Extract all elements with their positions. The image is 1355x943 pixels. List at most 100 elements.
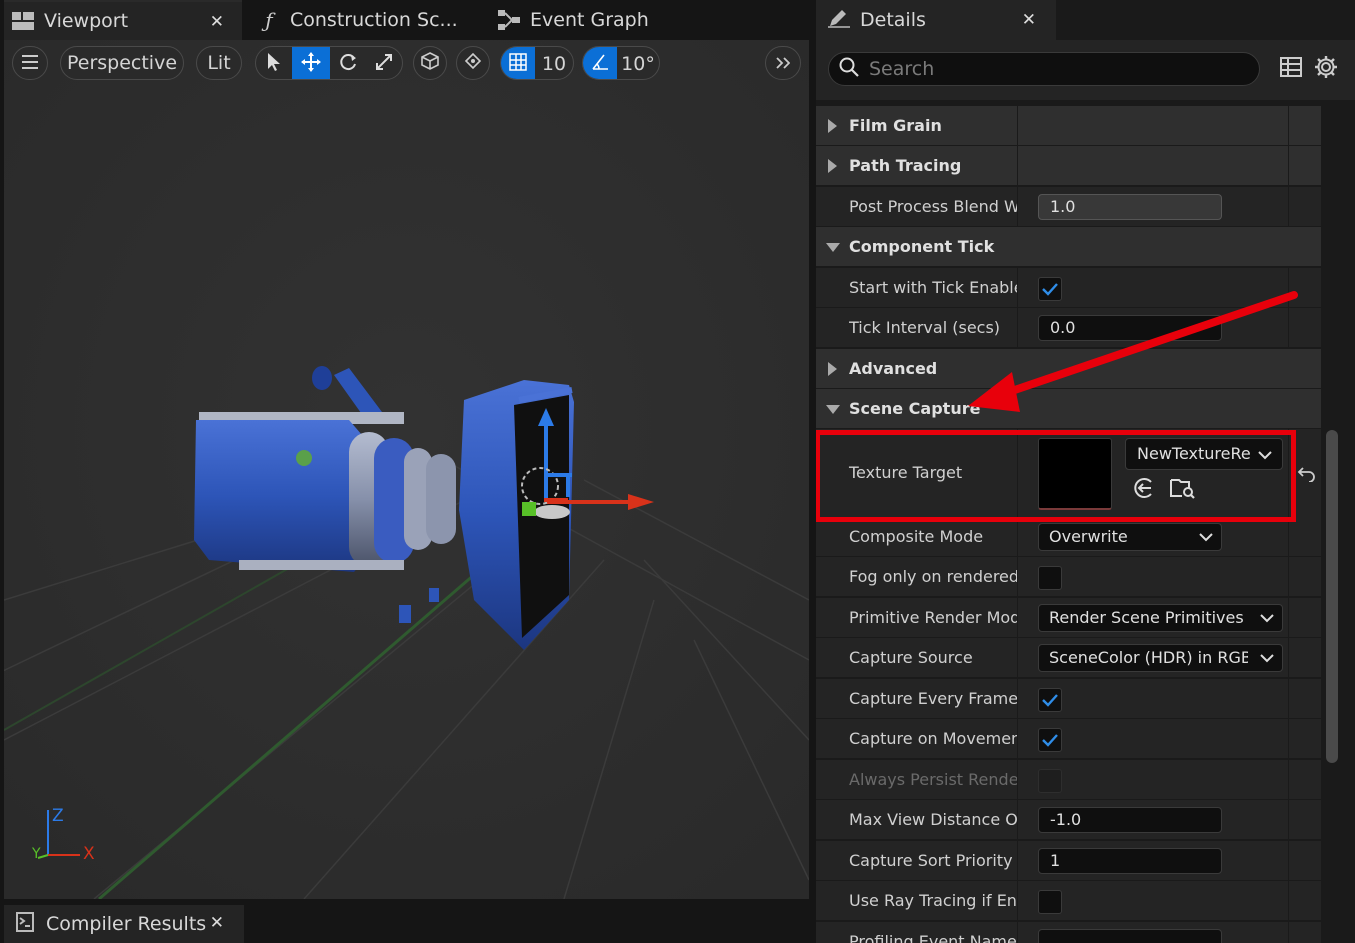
select-tool-button[interactable]: [256, 47, 292, 79]
translate-tool-button[interactable]: [292, 47, 330, 79]
scale-tool-button[interactable]: [366, 47, 402, 79]
property-label: Composite Mode: [849, 527, 984, 546]
hamburger-icon: [22, 52, 38, 74]
graph-icon: [498, 9, 520, 31]
table-icon: [1280, 57, 1302, 81]
rotate-tool-button[interactable]: [330, 47, 366, 79]
check-icon: [1042, 694, 1058, 707]
close-icon[interactable]: ✕: [210, 12, 224, 32]
rotate-icon: [338, 52, 358, 76]
use-selected-asset-button[interactable]: [1131, 477, 1157, 503]
tab-event-graph[interactable]: Event Graph: [498, 0, 698, 40]
folder-search-icon: [1170, 476, 1196, 504]
property-label: Component Tick: [849, 237, 995, 256]
browse-asset-button[interactable]: [1170, 477, 1196, 503]
fog-only-checkbox[interactable]: [1038, 566, 1062, 590]
property-texture-target: Texture Target NewTextureRe: [816, 429, 1321, 517]
property-label: Capture on Movement: [849, 729, 1017, 748]
scrollbar-thumb[interactable]: [1326, 430, 1338, 763]
capture-on-movement-checkbox[interactable]: [1038, 728, 1062, 752]
tab-label: Event Graph: [530, 9, 649, 31]
category-advanced[interactable]: Advanced: [816, 349, 1321, 389]
property-primitive-render-mode: Primitive Render Mode Render Scene Primi…: [816, 598, 1321, 638]
category-component-tick[interactable]: Component Tick: [816, 227, 1321, 267]
view-mode-button[interactable]: Lit: [196, 46, 242, 80]
gear-icon: [1314, 55, 1338, 83]
category-scene-capture[interactable]: Scene Capture: [816, 389, 1321, 429]
undo-arrow-icon: [1297, 466, 1317, 486]
texture-thumbnail[interactable]: [1038, 438, 1112, 510]
reset-to-default-button[interactable]: [1294, 463, 1320, 489]
transform-tools-group: [255, 46, 403, 80]
angle-icon: [591, 53, 609, 75]
arrow-left-circle-icon: [1132, 476, 1156, 504]
capture-source-dropdown[interactable]: SceneColor (HDR) in RGB, In: [1038, 644, 1283, 672]
property-label: Texture Target: [849, 463, 963, 482]
tab-compiler-results[interactable]: Compiler Results ✕: [4, 905, 244, 943]
property-label: Profiling Event Name: [849, 932, 1017, 943]
snap-surface-icon: [463, 51, 483, 76]
property-use-ray-tracing: Use Ray Tracing if En...: [816, 881, 1321, 921]
blend-weight-input[interactable]: 1.0: [1038, 194, 1222, 220]
property-capture-on-movement: Capture on Movement: [816, 719, 1321, 759]
angle-snap-value[interactable]: 10°: [617, 47, 659, 79]
search-icon: [839, 57, 859, 81]
property-label: Post Process Blend W...: [849, 197, 1017, 216]
property-label: Tick Interval (secs): [849, 318, 1001, 337]
always-persist-checkbox: [1038, 769, 1062, 793]
tick-interval-input[interactable]: 0.0: [1038, 315, 1222, 341]
perspective-button[interactable]: Perspective: [60, 46, 184, 80]
property-profiling-event-name: Profiling Event Name: [816, 922, 1321, 943]
axis-label-x: X: [83, 844, 95, 864]
tab-viewport[interactable]: Viewport ✕: [4, 0, 242, 40]
expand-arrow-icon: [828, 159, 837, 173]
texture-asset-picker[interactable]: NewTextureRe: [1125, 438, 1283, 470]
property-start-with-tick-enabled: Start with Tick Enabled: [816, 268, 1321, 308]
tab-label: Compiler Results: [46, 913, 207, 935]
chevron-down-icon: [1260, 654, 1274, 663]
viewport-icon: [12, 10, 34, 32]
use-ray-tracing-checkbox[interactable]: [1038, 890, 1062, 914]
category-path-tracing[interactable]: Path Tracing: [816, 146, 1321, 186]
viewport[interactable]: Z X Y Perspective Lit 10 10°: [4, 40, 809, 899]
editor-tab-bar: Viewport ✕ ƒ Construction Sc... Event Gr…: [0, 0, 812, 40]
viewport-scene[interactable]: [4, 40, 809, 899]
category-film-grain[interactable]: Film Grain: [816, 106, 1321, 146]
app-window: Viewport ✕ ƒ Construction Sc... Event Gr…: [0, 0, 1355, 943]
check-icon: [1042, 734, 1058, 747]
details-header: [816, 40, 1355, 100]
start-tick-checkbox[interactable]: [1038, 277, 1062, 301]
property-label: Capture Every Frame: [849, 689, 1017, 708]
surface-snapping-button[interactable]: [456, 46, 490, 80]
property-capture-sort-priority: Capture Sort Priority 1: [816, 841, 1321, 881]
settings-button[interactable]: [1313, 56, 1339, 82]
double-chevron-right-icon: [776, 52, 791, 74]
tab-label: Construction Sc...: [290, 9, 458, 31]
close-icon[interactable]: ✕: [1022, 10, 1036, 30]
toolbar-overflow-button[interactable]: [765, 46, 801, 80]
scale-icon: [375, 53, 393, 75]
property-label: Advanced: [849, 359, 938, 378]
profiling-event-name-input[interactable]: [1038, 929, 1222, 943]
property-capture-every-frame: Capture Every Frame: [816, 679, 1321, 719]
tab-construction-script[interactable]: ƒ Construction Sc...: [258, 0, 478, 40]
composite-mode-dropdown[interactable]: Overwrite: [1038, 523, 1222, 551]
viewport-options-button[interactable]: [12, 46, 48, 80]
grid-snap-toggle[interactable]: [501, 47, 535, 79]
capture-every-frame-checkbox[interactable]: [1038, 688, 1062, 712]
angle-snap-toggle[interactable]: [583, 47, 617, 79]
primitive-render-mode-dropdown[interactable]: Render Scene Primitives (Le: [1038, 604, 1283, 632]
grid-snap-value[interactable]: 10: [535, 47, 573, 79]
property-max-view-distance: Max View Distance O... -1.0: [816, 800, 1321, 840]
axis-label-z: Z: [52, 806, 64, 826]
coordinate-system-button[interactable]: [413, 46, 447, 80]
max-view-distance-input[interactable]: -1.0: [1038, 807, 1222, 833]
chevron-down-icon: [1199, 533, 1213, 542]
search-input[interactable]: [869, 58, 1229, 80]
capture-sort-priority-input[interactable]: 1: [1038, 848, 1222, 874]
angle-snap-group: 10°: [582, 46, 660, 80]
property-matrix-button[interactable]: [1278, 56, 1304, 82]
tab-details[interactable]: Details ✕: [816, 0, 1056, 40]
close-icon[interactable]: ✕: [210, 913, 224, 933]
collapse-arrow-icon: [826, 405, 840, 414]
